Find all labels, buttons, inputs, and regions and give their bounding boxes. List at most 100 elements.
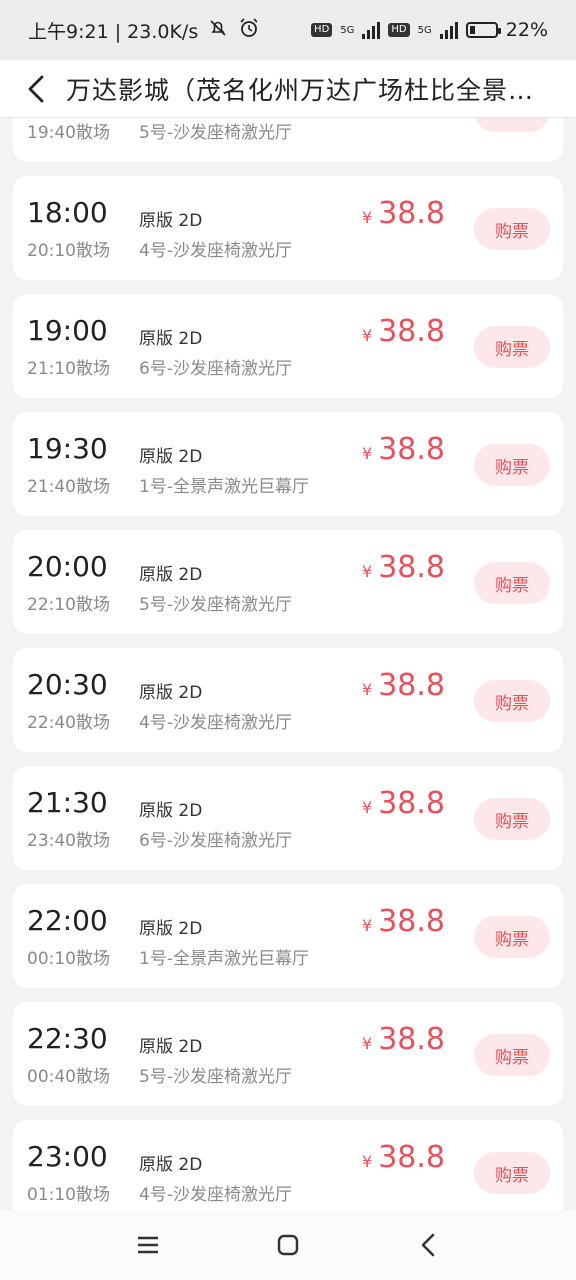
start-time: 20:00 [27, 550, 108, 583]
status-left: 上午9:21 | 23.0K/s [28, 17, 260, 44]
buy-ticket-button[interactable]: 购票 [474, 916, 550, 958]
film-version: 原版 2D [139, 801, 203, 821]
buy-ticket-button[interactable]: 购票 [474, 326, 550, 368]
showtime-card[interactable]: 21:30 23:40散场 原版 2D 6号-沙发座椅激光厅 ¥38.8 购票 [13, 766, 563, 870]
film-version: 原版 2D [139, 447, 203, 467]
showtime-card[interactable]: 19:30 21:40散场 原版 2D 1号-全景声激光巨幕厅 ¥38.8 购票 [13, 412, 563, 516]
price: ¥38.8 [362, 668, 445, 703]
start-time: 21:30 [27, 786, 108, 819]
end-time: 21:40散场 [27, 477, 110, 497]
showtime-card[interactable]: 22:30 00:40散场 原版 2D 5号-沙发座椅激光厅 ¥38.8 购票 [13, 1002, 563, 1106]
currency-symbol: ¥ [362, 444, 373, 463]
start-time: 19:00 [27, 314, 108, 347]
hall-name: 6号-沙发座椅激光厅 [139, 359, 292, 379]
start-time: 22:00 [27, 904, 108, 937]
price: ¥38.8 [362, 1022, 445, 1057]
hall-name: 4号-沙发座椅激光厅 [139, 1185, 292, 1205]
price-value: 38.8 [378, 314, 445, 349]
price: ¥38.8 [362, 1140, 445, 1175]
hd-badge-2: HD [388, 23, 410, 37]
price: ¥38.8 [362, 786, 445, 821]
showtime-card[interactable]: 23:00 01:10散场 原版 2D 4号-沙发座椅激光厅 ¥38.8 购票 [13, 1120, 563, 1210]
buy-ticket-button[interactable]: 购票 [474, 1152, 550, 1194]
start-time: 22:30 [27, 1022, 108, 1055]
currency-symbol: ¥ [362, 1152, 373, 1171]
price: ¥38.8 [362, 432, 445, 467]
showtime-card[interactable]: 22:00 00:10散场 原版 2D 1号-全景声激光巨幕厅 ¥38.8 购票 [13, 884, 563, 988]
currency-symbol: ¥ [362, 916, 373, 935]
page-title: 万达影城（茂名化州万达广场杜比全景… [66, 75, 535, 105]
currency-symbol: ¥ [362, 562, 373, 581]
hd-badge-1: HD [311, 23, 333, 37]
film-version: 原版 2D [139, 919, 203, 939]
price-value: 38.8 [378, 786, 445, 821]
end-time: 23:40散场 [27, 831, 110, 851]
start-time: 19:30 [27, 432, 108, 465]
price: ¥38.8 [362, 314, 445, 349]
system-nav-bar [0, 1210, 576, 1280]
hall-name: 5号-沙发座椅激光厅 [139, 1067, 292, 1087]
showtime-card[interactable]: 18:00 20:10散场 原版 2D 4号-沙发座椅激光厅 ¥38.8 购票 [13, 176, 563, 280]
status-right: HD 5G HD 5G 22% [311, 19, 548, 41]
signal-icon-2 [439, 21, 458, 39]
price: ¥38.8 [362, 196, 445, 231]
hall-name: 5号-沙发座椅激光厅 [139, 123, 292, 143]
currency-symbol: ¥ [362, 326, 373, 345]
buy-ticket-button[interactable]: 购票 [474, 1034, 550, 1076]
film-version: 原版 2D [139, 683, 203, 703]
film-version: 原版 2D [139, 211, 203, 231]
start-time: 23:00 [27, 1140, 108, 1173]
film-version: 原版 2D [139, 565, 203, 585]
showtime-list[interactable]: 19:40散场 5号-沙发座椅激光厅 18:00 20:10散场 原版 2D 4号-沙发座… [0, 118, 576, 1210]
network-type-2: 5G [417, 24, 432, 36]
price-value: 38.8 [378, 904, 445, 939]
price-value: 38.8 [378, 550, 445, 585]
price-value: 38.8 [378, 196, 445, 231]
chevron-left-icon[interactable] [18, 71, 54, 107]
end-time: 22:10散场 [27, 595, 110, 615]
showtime-card[interactable]: 19:40散场 5号-沙发座椅激光厅 [13, 118, 563, 162]
menu-icon[interactable] [128, 1225, 168, 1265]
showtime-card[interactable]: 19:00 21:10散场 原版 2D 6号-沙发座椅激光厅 ¥38.8 购票 [13, 294, 563, 398]
hall-name: 1号-全景声激光巨幕厅 [139, 477, 309, 497]
price-value: 38.8 [378, 432, 445, 467]
buy-ticket-button[interactable] [474, 118, 550, 132]
hall-name: 4号-沙发座椅激光厅 [139, 241, 292, 261]
end-time: 00:10散场 [27, 949, 110, 969]
signal-icon-1 [362, 21, 381, 39]
header: 万达影城（茂名化州万达广场杜比全景… [0, 60, 576, 118]
battery-fill [469, 26, 475, 34]
back-icon[interactable] [408, 1225, 448, 1265]
price-value: 38.8 [378, 1140, 445, 1175]
end-time: 00:40散场 [27, 1067, 110, 1087]
end-time: 19:40散场 [27, 123, 110, 143]
buy-ticket-button[interactable]: 购票 [474, 680, 550, 722]
buy-ticket-button[interactable]: 购票 [474, 444, 550, 486]
start-time: 18:00 [27, 196, 108, 229]
hall-name: 4号-沙发座椅激光厅 [139, 713, 292, 733]
currency-symbol: ¥ [362, 680, 373, 699]
film-version: 原版 2D [139, 329, 203, 349]
start-time: 20:30 [27, 668, 108, 701]
film-version: 原版 2D [139, 1155, 203, 1175]
alarm-icon [238, 17, 260, 44]
mute-icon [208, 18, 228, 43]
price: ¥38.8 [362, 550, 445, 585]
currency-symbol: ¥ [362, 798, 373, 817]
currency-symbol: ¥ [362, 208, 373, 227]
status-time-speed: 上午9:21 | 23.0K/s [28, 20, 199, 43]
buy-ticket-button[interactable]: 购票 [474, 562, 550, 604]
showtime-card[interactable]: 20:00 22:10散场 原版 2D 5号-沙发座椅激光厅 ¥38.8 购票 [13, 530, 563, 634]
currency-symbol: ¥ [362, 1034, 373, 1053]
end-time: 21:10散场 [27, 359, 110, 379]
showtime-card[interactable]: 20:30 22:40散场 原版 2D 4号-沙发座椅激光厅 ¥38.8 购票 [13, 648, 563, 752]
buy-ticket-button[interactable]: 购票 [474, 798, 550, 840]
buy-ticket-button[interactable]: 购票 [474, 208, 550, 250]
hall-name: 6号-沙发座椅激光厅 [139, 831, 292, 851]
end-time: 22:40散场 [27, 713, 110, 733]
battery-icon [465, 22, 501, 38]
home-icon[interactable] [268, 1225, 308, 1265]
hall-name: 1号-全景声激光巨幕厅 [139, 949, 309, 969]
network-type-1: 5G [340, 24, 355, 36]
film-version: 原版 2D [139, 1037, 203, 1057]
